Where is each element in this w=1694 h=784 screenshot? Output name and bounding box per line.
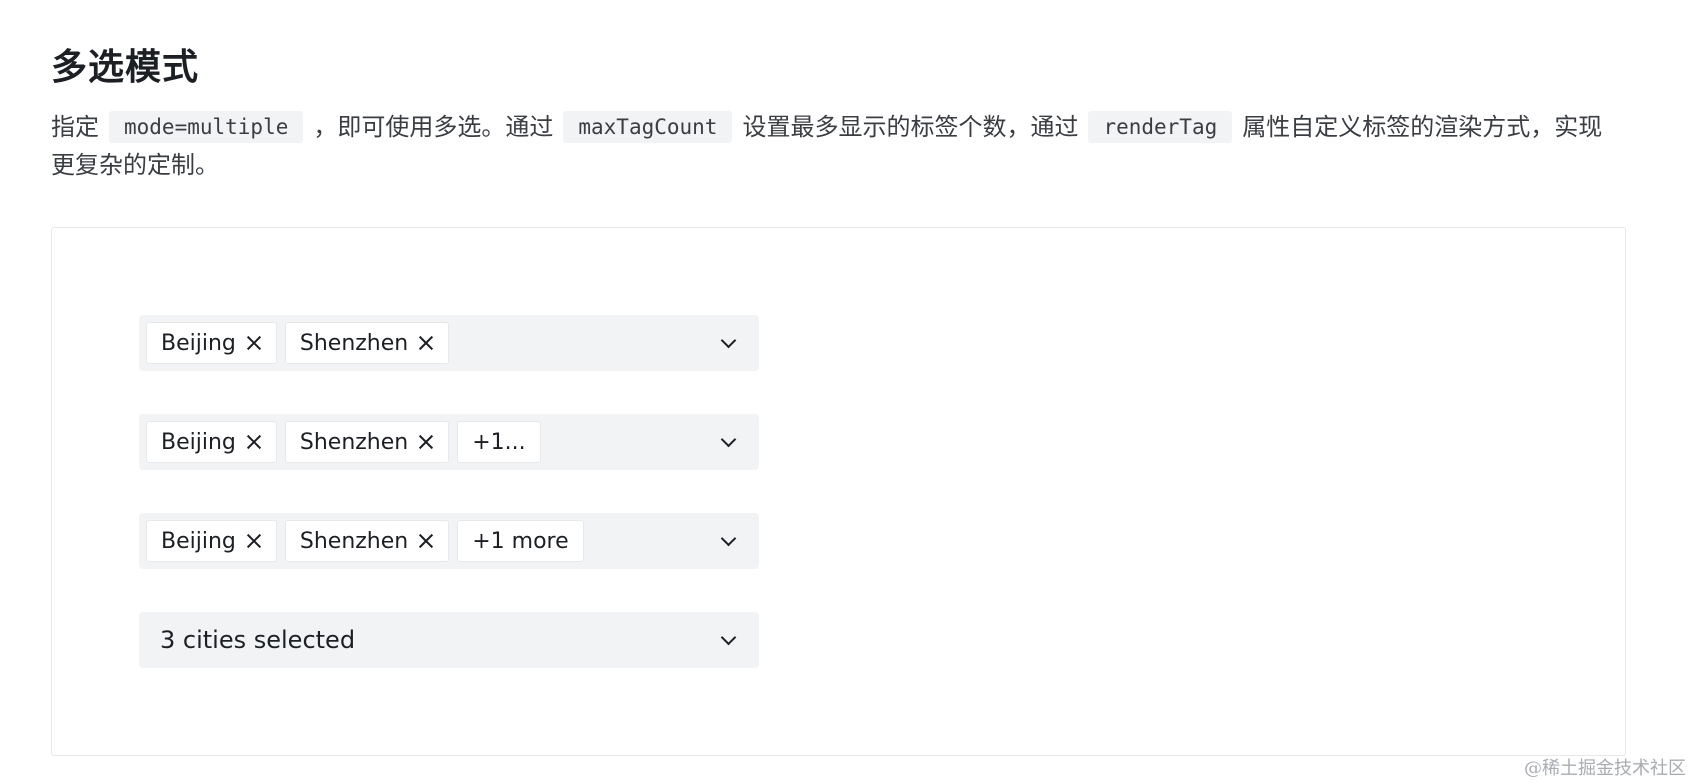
code-mode-multiple: mode=multiple <box>109 111 304 143</box>
tag-label: Shenzhen <box>299 528 409 554</box>
chevron-down-icon[interactable] <box>721 336 735 350</box>
multi-select-basic[interactable]: Beijing Shenzhen <box>139 315 759 371</box>
tag-shenzhen: Shenzhen <box>284 322 450 364</box>
multi-select-max-tag-count[interactable]: Beijing Shenzhen +1... <box>139 414 759 470</box>
section-title: 多选模式 <box>51 47 200 88</box>
chevron-down-icon[interactable] <box>721 534 735 548</box>
multi-select-custom-overflow[interactable]: Beijing Shenzhen +1 more <box>139 513 759 569</box>
close-icon[interactable] <box>246 335 262 351</box>
overflow-tag[interactable]: +1 more <box>457 520 584 562</box>
chevron-down-icon[interactable] <box>721 633 735 647</box>
close-icon[interactable] <box>418 434 434 450</box>
overflow-tag[interactable]: +1... <box>457 421 541 463</box>
desc-text-3: 设置最多显示的标签个数，通过 <box>742 113 1079 141</box>
close-icon[interactable] <box>418 335 434 351</box>
section-description: 指定 mode=multiple ，即可使用多选。通过 maxTagCount 设置最多… <box>51 108 1611 184</box>
desc-text-1: 指定 <box>51 113 99 141</box>
selection-summary: 3 cities selected <box>160 626 356 654</box>
multi-select-render-summary[interactable]: 3 cities selected <box>139 612 759 668</box>
chevron-down-icon[interactable] <box>721 435 735 449</box>
tag-label: Beijing <box>161 429 236 455</box>
tag-beijing: Beijing <box>146 520 277 562</box>
watermark: @稀土掘金技术社区 <box>1524 758 1686 779</box>
close-icon[interactable] <box>418 533 434 549</box>
demo-container: Beijing Shenzhen Beijing Shenzhen +1... … <box>51 227 1626 756</box>
tag-shenzhen: Shenzhen <box>284 520 450 562</box>
close-icon[interactable] <box>246 533 262 549</box>
overflow-label: +1... <box>472 429 526 455</box>
desc-text-2: ，即可使用多选。通过 <box>313 113 554 141</box>
tag-label: Beijing <box>161 330 236 356</box>
tag-label: Shenzhen <box>299 429 409 455</box>
tag-beijing: Beijing <box>146 421 277 463</box>
overflow-label: +1 more <box>472 528 569 554</box>
tag-label: Shenzhen <box>299 330 409 356</box>
tag-label: Beijing <box>161 528 236 554</box>
tag-beijing: Beijing <box>146 322 277 364</box>
tag-shenzhen: Shenzhen <box>284 421 450 463</box>
code-render-tag: renderTag <box>1088 111 1233 143</box>
code-max-tag-count: maxTagCount <box>563 111 733 143</box>
close-icon[interactable] <box>246 434 262 450</box>
